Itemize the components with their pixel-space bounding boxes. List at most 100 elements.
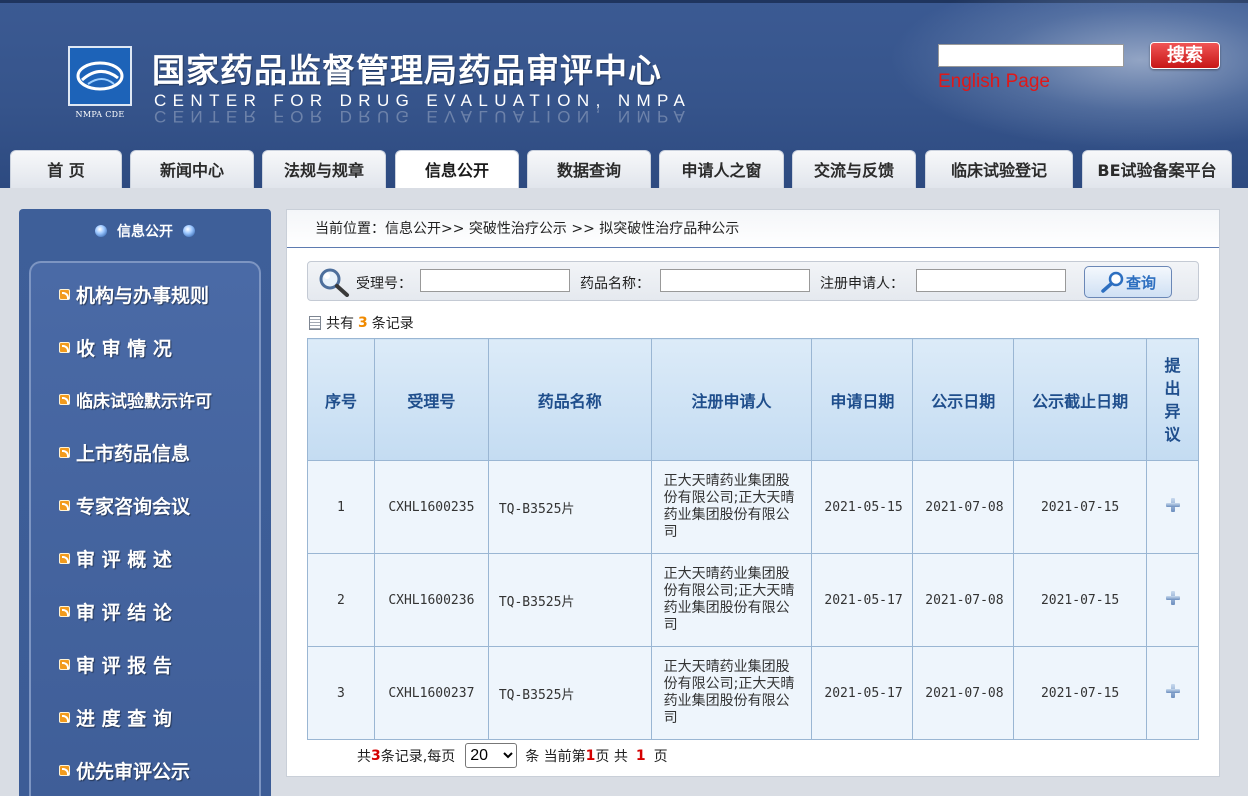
site-search-button[interactable]: 搜索 bbox=[1150, 42, 1220, 69]
pager-pages[interactable]: 1 bbox=[636, 748, 646, 764]
tab-data-query[interactable]: 数据查询 bbox=[527, 150, 651, 188]
cell-seq: 3 bbox=[307, 646, 375, 740]
cell-objection bbox=[1146, 646, 1199, 740]
col-applicant: 注册申请人 bbox=[650, 338, 813, 461]
cell-publish-date: 2021-07-08 bbox=[912, 553, 1015, 647]
cell-seq: 1 bbox=[307, 460, 375, 554]
col-seq: 序号 bbox=[307, 338, 375, 461]
breadcrumb: 当前位置：信息公开>> 突破性治疗公示 >> 拟突破性治疗品种公示 bbox=[287, 210, 1219, 248]
sidebar-item-review-conclusion[interactable]: 审 评 结 论 bbox=[59, 598, 172, 625]
sidebar-item-intake[interactable]: 收 审 情 况 bbox=[59, 334, 172, 361]
magnifier-icon bbox=[1101, 271, 1124, 293]
sidebar-item-label: 审 评 概 述 bbox=[76, 549, 172, 571]
record-count-suffix: 条记录 bbox=[371, 316, 414, 332]
tab-home[interactable]: 首 页 bbox=[10, 150, 122, 188]
pager-pages-suffix: 页 bbox=[653, 748, 668, 765]
accept-no-label: 受理号： bbox=[356, 276, 412, 292]
table-row: 1 CXHL1600235 TQ-B3525片 正大天晴药业集团股份有限公司;正… bbox=[307, 460, 1199, 554]
nmpa-logo-icon bbox=[68, 46, 132, 106]
site-title: 国家药品监督管理局药品审评中心 bbox=[152, 51, 662, 90]
sidebar-item-progress-query[interactable]: 进 度 查 询 bbox=[59, 704, 172, 731]
plus-icon[interactable] bbox=[1165, 590, 1181, 606]
rss-icon bbox=[59, 289, 70, 300]
query-bar: 受理号： 药品名称： 注册申请人： 查询 bbox=[307, 261, 1199, 301]
cell-apply-date: 2021-05-17 bbox=[811, 646, 914, 740]
site-search-input[interactable] bbox=[938, 44, 1124, 67]
tab-feedback[interactable]: 交流与反馈 bbox=[792, 150, 916, 188]
sidebar-heading-label: 信息公开 bbox=[117, 224, 173, 240]
applicant-label: 注册申请人： bbox=[820, 276, 904, 292]
tab-be-filing[interactable]: BE试验备案平台 bbox=[1082, 150, 1232, 188]
cell-objection bbox=[1146, 460, 1199, 554]
sidebar-item-label: 审 评 结 论 bbox=[76, 602, 172, 624]
col-apply-date: 申请日期 bbox=[811, 338, 914, 461]
tab-regulations[interactable]: 法规与规章 bbox=[262, 150, 386, 188]
tab-applicant-window[interactable]: 申请人之窗 bbox=[659, 150, 784, 188]
cell-apply-date: 2021-05-17 bbox=[811, 553, 914, 647]
record-count-prefix: 共有 bbox=[326, 316, 354, 332]
sidebar-menu: 机构与办事规则 收 审 情 况 临床试验默示许可 上市药品信息 专家咨询会议 审… bbox=[29, 261, 261, 796]
pager-current-prefix: 条 当前第 bbox=[525, 748, 586, 765]
sidebar-heading: 信息公开 bbox=[19, 221, 271, 241]
rss-icon bbox=[59, 606, 70, 617]
rss-icon bbox=[59, 712, 70, 723]
sidebar-item-label: 优先审评公示 bbox=[76, 761, 191, 783]
sidebar-item-rules[interactable]: 机构与办事规则 bbox=[59, 281, 209, 308]
plus-icon[interactable] bbox=[1165, 683, 1181, 699]
pager-current: 1 bbox=[585, 747, 596, 764]
rss-icon bbox=[59, 394, 70, 405]
logo-caption: NMPA CDE bbox=[75, 110, 125, 119]
table-header-row: 序号 受理号 药品名称 注册申请人 申请日期 公示日期 公示截止日期 提出异议 bbox=[307, 338, 1199, 461]
sidebar-item-label: 进 度 查 询 bbox=[76, 708, 172, 730]
magnifier-icon bbox=[319, 268, 349, 297]
sidebar-item-priority-review[interactable]: 优先审评公示 bbox=[59, 757, 190, 784]
tab-info-disclosure[interactable]: 信息公开 bbox=[395, 150, 519, 188]
cell-deadline: 2021-07-15 bbox=[1013, 553, 1147, 647]
tab-news[interactable]: 新闻中心 bbox=[130, 150, 254, 188]
cell-deadline: 2021-07-15 bbox=[1013, 646, 1147, 740]
cell-publish-date: 2021-07-08 bbox=[912, 646, 1015, 740]
table-row: 3 CXHL1600237 TQ-B3525片 正大天晴药业集团股份有限公司;正… bbox=[307, 646, 1199, 740]
cell-accept-no[interactable]: CXHL1600237 bbox=[373, 646, 489, 740]
cell-objection bbox=[1146, 553, 1199, 647]
sidebar-item-marketed-drugs[interactable]: 上市药品信息 bbox=[59, 439, 190, 466]
sidebar-item-review-report[interactable]: 审 评 报 告 bbox=[59, 651, 172, 678]
sidebar-item-label: 专家咨询会议 bbox=[76, 496, 191, 518]
site-header: NMPA CDE 国家药品监督管理局药品审评中心 CENTER FOR DRUG… bbox=[0, 0, 1248, 188]
sidebar-item-expert-meeting[interactable]: 专家咨询会议 bbox=[59, 492, 190, 519]
rss-icon bbox=[59, 447, 70, 458]
sidebar-item-clinical-implied-approval[interactable]: 临床试验默示许可 bbox=[59, 387, 212, 412]
pagination: 共 3 条记录,每页 20 条 当前第 1 页 共 1 页 bbox=[357, 743, 668, 768]
sidebar-item-label: 上市药品信息 bbox=[76, 443, 191, 465]
accept-no-input[interactable] bbox=[420, 269, 570, 292]
col-objection-label: 提出异议 bbox=[1164, 355, 1181, 444]
cell-accept-no[interactable]: CXHL1600236 bbox=[373, 553, 489, 647]
cell-accept-no[interactable]: CXHL1600235 bbox=[373, 460, 489, 554]
main-nav: 首 页 新闻中心 法规与规章 信息公开 数据查询 申请人之窗 交流与反馈 临床试… bbox=[0, 150, 1248, 188]
col-objection: 提出异议 bbox=[1146, 338, 1199, 461]
bullet-dot-icon bbox=[183, 225, 195, 237]
page-size-select[interactable]: 20 bbox=[465, 743, 518, 768]
cell-applicant: 正大天晴药业集团股份有限公司;正大天晴药业集团股份有限公司 bbox=[650, 553, 813, 647]
rss-icon bbox=[59, 342, 70, 353]
query-button[interactable]: 查询 bbox=[1084, 266, 1172, 298]
tab-clinical-registration[interactable]: 临床试验登记 bbox=[925, 150, 1073, 188]
applicant-input[interactable] bbox=[916, 269, 1066, 292]
rss-icon bbox=[59, 659, 70, 670]
pager-current-suffix: 页 共 bbox=[595, 748, 628, 765]
rss-icon bbox=[59, 500, 70, 511]
sidebar-item-review-overview[interactable]: 审 评 概 述 bbox=[59, 545, 172, 572]
site-logo[interactable]: NMPA CDE bbox=[68, 46, 132, 122]
pager-total: 3 bbox=[371, 747, 381, 764]
drug-name-input[interactable] bbox=[660, 269, 810, 292]
site-subtitle-reflection: CENTER FOR DRUG EVALUATION, NMPA bbox=[154, 107, 692, 126]
document-icon bbox=[309, 316, 321, 330]
drug-name-label: 药品名称： bbox=[580, 276, 650, 292]
table-row: 2 CXHL1600236 TQ-B3525片 正大天晴药业集团股份有限公司;正… bbox=[307, 553, 1199, 647]
cell-applicant: 正大天晴药业集团股份有限公司;正大天晴药业集团股份有限公司 bbox=[650, 460, 813, 554]
english-page-link[interactable]: English Page bbox=[938, 71, 1050, 93]
col-accept-no: 受理号 bbox=[373, 338, 489, 461]
cell-drug-name: TQ-B3525片 bbox=[487, 460, 652, 554]
cell-deadline: 2021-07-15 bbox=[1013, 460, 1147, 554]
plus-icon[interactable] bbox=[1165, 497, 1181, 513]
